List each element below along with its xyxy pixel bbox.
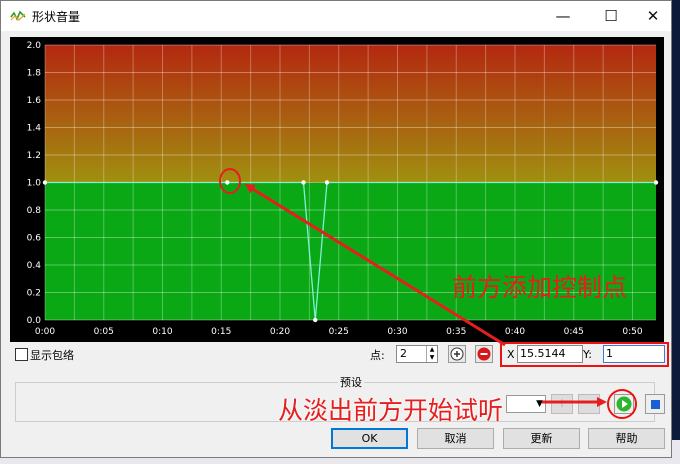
add-point-button[interactable] xyxy=(448,345,466,363)
y-tick-label: 0.8 xyxy=(27,206,42,216)
ok-button[interactable]: OK xyxy=(331,428,408,449)
y-tick-label: 0.6 xyxy=(27,234,42,244)
refresh-button[interactable]: 更新 xyxy=(503,428,580,449)
y-label: Y: xyxy=(583,348,592,361)
preset-label: 预设 xyxy=(338,374,364,390)
x-label: X xyxy=(507,348,515,361)
control-point xyxy=(313,317,318,323)
x-tick-label: 0:50 xyxy=(622,327,642,337)
y-tick-label: 2.0 xyxy=(27,41,42,51)
stop-button[interactable] xyxy=(645,394,665,414)
y-tick-label: 0.2 xyxy=(27,289,41,299)
point-spinbox[interactable]: 2 ▲ ▼ xyxy=(396,345,438,363)
annotation-add-point: 前方添加控制点 xyxy=(452,273,628,302)
control-point xyxy=(225,180,230,185)
preset-add-button[interactable]: ＋ xyxy=(551,394,573,414)
y-tick-label: 1.6 xyxy=(27,96,42,106)
x-tick-label: 0:30 xyxy=(387,327,407,337)
x-tick-label: 0:35 xyxy=(446,327,466,337)
y-input[interactable]: 1 xyxy=(603,345,665,363)
control-point xyxy=(653,180,659,185)
minimize-button[interactable]: — xyxy=(541,1,585,31)
maximize-icon: ☐ xyxy=(604,7,618,25)
x-tick-label: 0:25 xyxy=(329,327,349,337)
plus-icon: ＋ xyxy=(556,397,568,410)
y-tick-label: 1.4 xyxy=(27,124,42,134)
control-point xyxy=(42,180,48,185)
show-envelope-label: 显示包络 xyxy=(30,349,74,362)
y-tick-label: 0.4 xyxy=(27,261,42,271)
point-label: 点: xyxy=(370,349,385,362)
point-value: 2 xyxy=(400,347,407,360)
loud-zone xyxy=(45,45,656,183)
x-tick-label: 0:45 xyxy=(564,327,584,337)
stop-icon xyxy=(651,400,660,409)
maximize-button[interactable]: ☐ xyxy=(589,1,633,31)
preset-remove-button[interactable]: － xyxy=(578,394,600,414)
x-tick-label: 0:05 xyxy=(94,327,114,337)
y-tick-label: 0.0 xyxy=(27,316,42,326)
chevron-down-icon: ▼ xyxy=(536,399,543,409)
x-tick-label: 0:40 xyxy=(505,327,525,337)
x-tick-label: 0:15 xyxy=(211,327,231,337)
spin-arrows[interactable]: ▲ ▼ xyxy=(426,346,437,362)
plus-circle-icon xyxy=(450,347,464,361)
y-tick-label: 1.2 xyxy=(27,151,41,161)
control-point xyxy=(324,180,330,185)
x-tick-label: 0:00 xyxy=(35,327,55,337)
cancel-button[interactable]: 取消 xyxy=(417,428,494,449)
show-envelope-checkbox[interactable] xyxy=(15,348,28,361)
preset-dropdown[interactable]: ▼ xyxy=(506,395,546,413)
remove-point-button[interactable] xyxy=(475,345,493,363)
close-button[interactable]: ✕ xyxy=(631,1,675,31)
close-icon: ✕ xyxy=(646,7,660,25)
app-waveform-icon xyxy=(10,10,26,21)
annotation-fade-in: 从淡出前方开始试听 xyxy=(278,396,504,425)
window-title: 形状音量 xyxy=(32,10,81,24)
minimize-icon: — xyxy=(555,7,571,25)
x-tick-label: 0:20 xyxy=(270,327,290,337)
title-bar: 形状音量 — ☐ ✕ xyxy=(1,1,671,31)
play-highlight-circle xyxy=(607,389,637,419)
y-tick-label: 1.0 xyxy=(27,179,42,189)
help-button[interactable]: 帮助 xyxy=(588,428,665,449)
control-point xyxy=(301,180,306,185)
shape-volume-dialog: 形状音量 — ☐ ✕ 2.0 1.8 1.6 1.4 1.2 1.0 0.8 0.6 0.4 0.… xyxy=(0,0,672,458)
y-tick-label: 1.8 xyxy=(27,69,42,79)
x-input[interactable]: 15.5144 xyxy=(517,345,583,363)
x-tick-label: 0:10 xyxy=(152,327,172,337)
minus-circle-icon xyxy=(477,347,491,361)
minus-icon: － xyxy=(583,397,595,410)
